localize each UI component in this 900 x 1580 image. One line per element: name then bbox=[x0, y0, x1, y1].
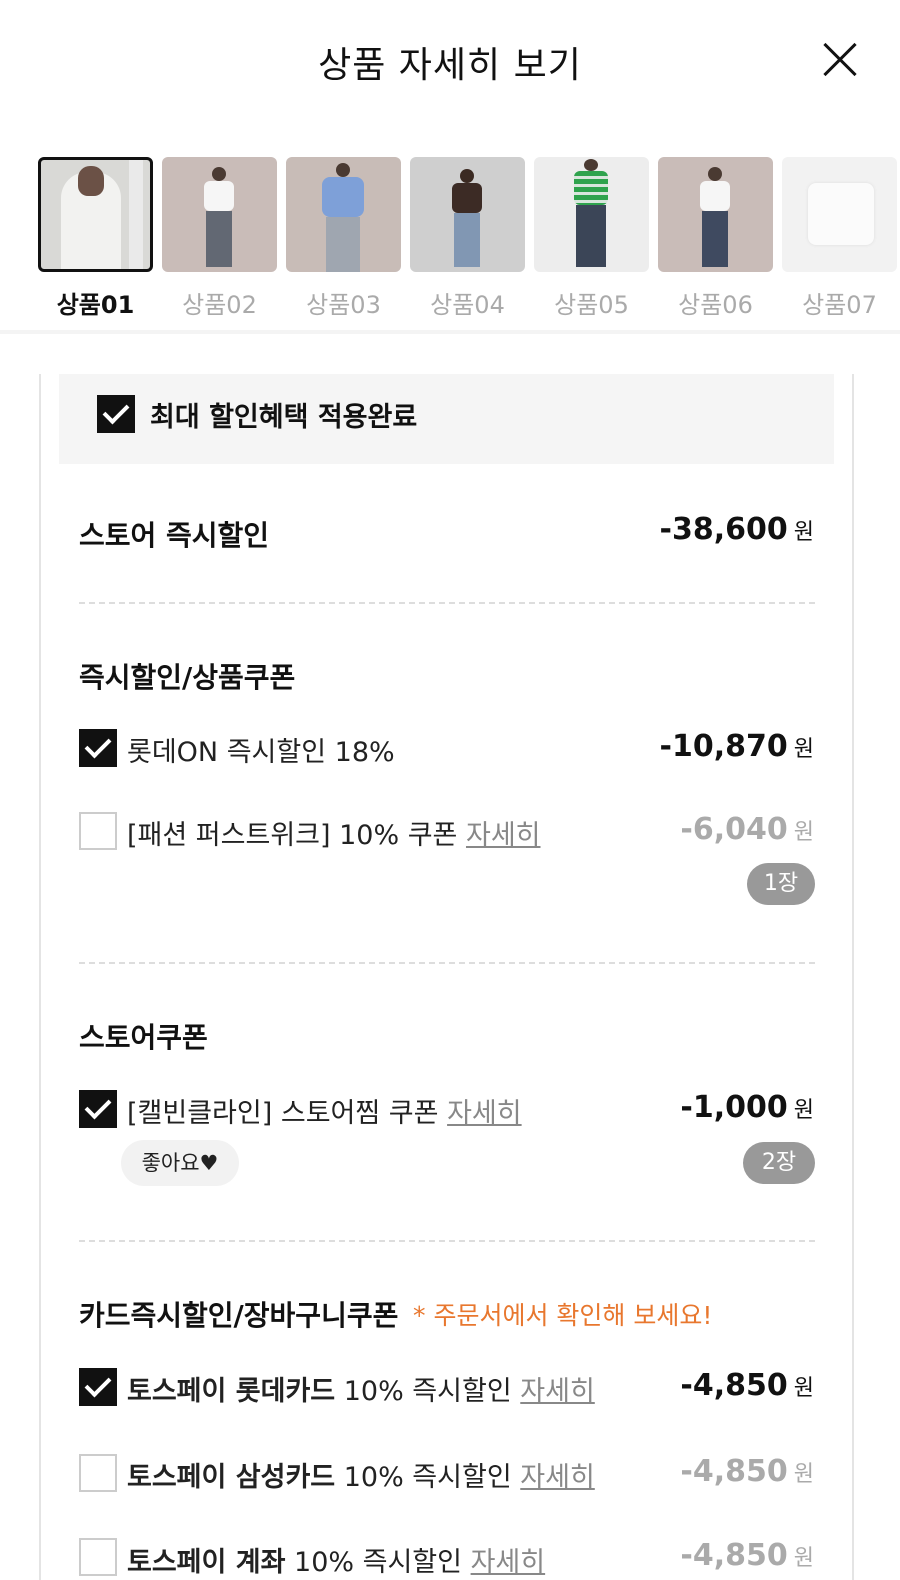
coupon-count-badge: 1장 bbox=[747, 863, 815, 905]
product-image bbox=[286, 157, 401, 272]
thumbnail-item[interactable]: 상품06 bbox=[658, 157, 773, 317]
max-discount-checkbox[interactable] bbox=[97, 395, 135, 433]
detail-link[interactable]: 자세히 bbox=[520, 1462, 595, 1493]
card-checkbox[interactable] bbox=[79, 1538, 117, 1576]
card-amount: -4,850 원 bbox=[680, 1538, 814, 1573]
coupon-checkbox[interactable] bbox=[79, 812, 117, 850]
close-icon[interactable] bbox=[822, 42, 858, 78]
coupon-amount: -1,000 원 bbox=[680, 1090, 814, 1125]
product-image bbox=[658, 157, 773, 272]
coupon-amount: -6,040 원 bbox=[680, 812, 814, 847]
thumbnail-label: 상품01 bbox=[56, 291, 135, 317]
thumbnail-item[interactable]: 상품05 bbox=[534, 157, 649, 317]
like-badge: 좋아요♥ bbox=[121, 1140, 239, 1186]
divider bbox=[0, 330, 900, 334]
detail-link[interactable]: 자세히 bbox=[447, 1098, 522, 1129]
card-checkbox[interactable] bbox=[79, 1454, 117, 1492]
detail-link[interactable]: 자세히 bbox=[520, 1376, 595, 1407]
thumbnail-label: 상품06 bbox=[678, 291, 753, 317]
header: 상품 자세히 보기 bbox=[0, 0, 900, 120]
thumbnail-label: 상품03 bbox=[306, 291, 381, 317]
thumbnail-label: 상품02 bbox=[182, 291, 257, 317]
divider bbox=[79, 962, 815, 964]
coupon-label: 롯데ON 즉시할인 18% bbox=[127, 737, 395, 768]
card-label: 토스페이 삼성카드 10% 즉시할인 자세히 bbox=[127, 1462, 595, 1493]
thumbnail-strip[interactable]: 상품01 상품02 상품03 상품04 상품05 상품06 상품07 bbox=[38, 157, 900, 317]
product-image bbox=[162, 157, 277, 272]
section-title: 카드즉시할인/장바구니쿠폰 bbox=[79, 1299, 399, 1332]
detail-link[interactable]: 자세히 bbox=[471, 1547, 546, 1578]
section-title: 즉시할인/상품쿠폰 bbox=[79, 661, 296, 694]
thumbnail-label: 상품04 bbox=[430, 291, 505, 317]
card-label: 토스페이 롯데카드 10% 즉시할인 자세히 bbox=[127, 1376, 595, 1407]
card-amount: -4,850 원 bbox=[680, 1368, 814, 1403]
product-image bbox=[410, 157, 525, 272]
page-title: 상품 자세히 보기 bbox=[318, 45, 582, 86]
thumbnail-item[interactable]: 상품04 bbox=[410, 157, 525, 317]
card-amount: -4,850 원 bbox=[680, 1454, 814, 1489]
coupon-count-badge: 2장 bbox=[743, 1142, 815, 1184]
divider bbox=[79, 1240, 815, 1242]
coupon-label: [캘빈클라인] 스토어찜 쿠폰 자세히 bbox=[127, 1098, 522, 1129]
thumbnail-item[interactable]: 상품07 bbox=[782, 157, 897, 317]
coupon-label: [패션 퍼스트위크] 10% 쿠폰 자세히 bbox=[127, 820, 541, 851]
card-label: 토스페이 계좌 10% 즉시할인 자세히 bbox=[127, 1547, 546, 1578]
detail-link[interactable]: 자세히 bbox=[466, 820, 541, 851]
thumbnail-label: 상품05 bbox=[554, 291, 629, 317]
thumbnail-item[interactable]: 상품02 bbox=[162, 157, 277, 317]
notice-text: * 주문서에서 확인해 보세요! bbox=[413, 1301, 713, 1330]
store-instant-amount: -38,600 원 bbox=[659, 512, 814, 547]
coupon-amount: -10,870 원 bbox=[659, 729, 814, 764]
section-title: 스토어쿠폰 bbox=[79, 1021, 208, 1054]
divider bbox=[79, 602, 815, 604]
thumbnail-item[interactable]: 상품03 bbox=[286, 157, 401, 317]
product-image bbox=[534, 157, 649, 272]
store-instant-label: 스토어 즉시할인 bbox=[79, 519, 270, 552]
max-discount-label: 최대 할인혜택 적용완료 bbox=[150, 402, 418, 433]
card-checkbox[interactable] bbox=[79, 1368, 117, 1406]
thumbnail-label: 상품07 bbox=[802, 291, 877, 317]
thumbnail-item[interactable]: 상품01 bbox=[38, 157, 153, 317]
product-image bbox=[782, 157, 897, 272]
coupon-checkbox[interactable] bbox=[79, 1090, 117, 1128]
coupon-checkbox[interactable] bbox=[79, 729, 117, 767]
product-image bbox=[38, 157, 153, 272]
